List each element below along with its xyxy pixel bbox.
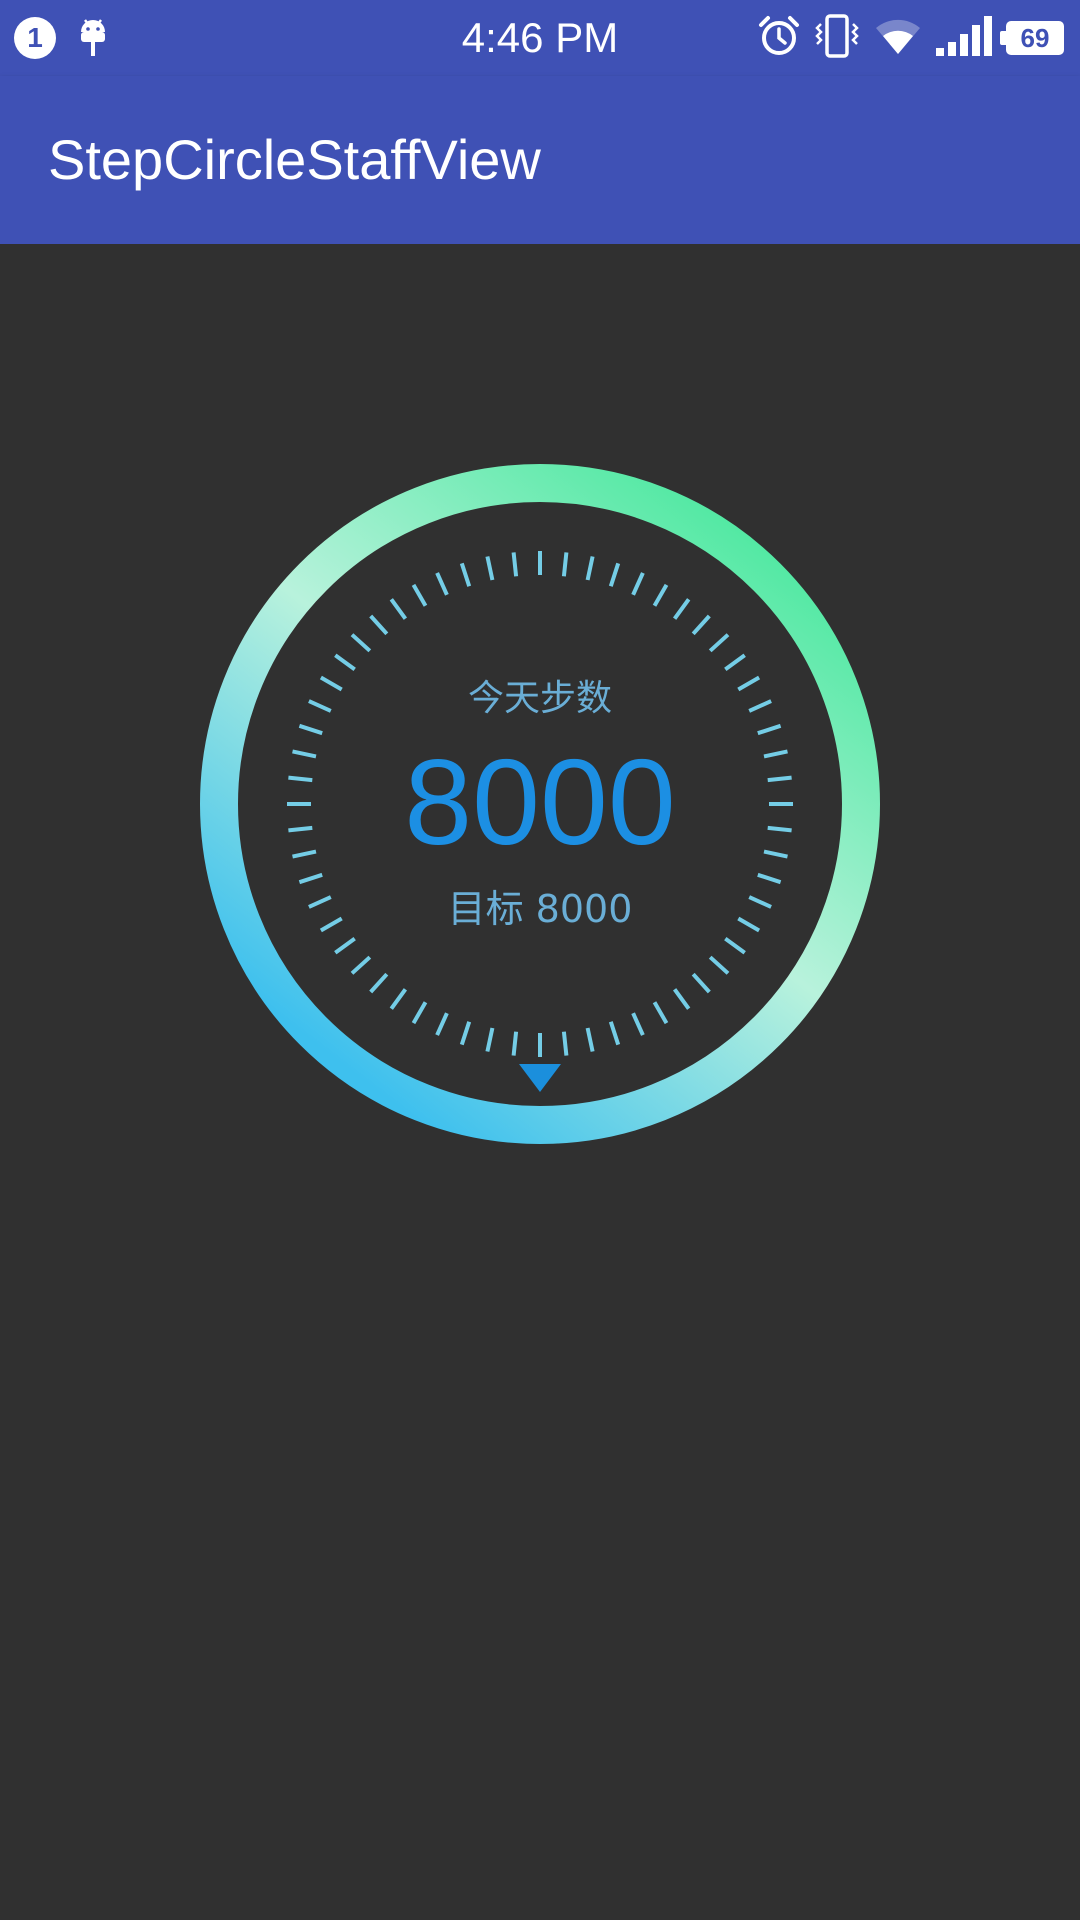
progress-pointer-icon (519, 1064, 561, 1092)
today-steps-label: 今天步数 (467, 678, 612, 719)
tick-mark (724, 936, 746, 955)
tick-mark (511, 552, 519, 577)
tick-mark (369, 614, 389, 636)
alarm-icon (758, 15, 800, 61)
wifi-icon (874, 16, 922, 60)
tick-mark (435, 1012, 449, 1036)
status-bar: 1 4:46 PM 69 (0, 0, 1080, 76)
tick-mark (585, 556, 595, 581)
tick-mark (459, 1021, 472, 1046)
tick-mark (608, 1021, 621, 1046)
tick-mark (298, 723, 323, 736)
tick-mark (652, 583, 669, 607)
tick-mark (561, 1031, 569, 1056)
tick-mark (334, 653, 356, 672)
tick-mark (389, 598, 408, 620)
tick-mark (691, 972, 711, 994)
tick-mark (672, 988, 691, 1010)
tick-mark (459, 562, 472, 587)
tick-mark (608, 562, 621, 587)
tick-mark (411, 1001, 428, 1025)
tick-mark (561, 552, 569, 577)
step-count-value: 8000 (404, 734, 676, 870)
tick-mark (708, 955, 730, 975)
signal-icon (936, 16, 992, 60)
app-bar: StepCircleStaffView (0, 76, 1080, 244)
tick-mark (389, 988, 408, 1010)
tick-mark (691, 614, 711, 636)
tick-mark (631, 1012, 645, 1036)
tick-mark (411, 583, 428, 607)
tick-mark (757, 872, 782, 885)
tick-mark (724, 653, 746, 672)
vibrate-icon (814, 14, 860, 62)
app-title: StepCircleStaffView (48, 128, 541, 191)
tick-mark (708, 633, 730, 653)
main-content: 今天步数 8000 目标 8000 (0, 244, 1080, 1920)
tick-mark (631, 572, 645, 596)
tick-mark (672, 598, 691, 620)
tick-mark (652, 1001, 669, 1025)
tick-mark (511, 1031, 519, 1056)
tick-mark (369, 972, 389, 994)
status-right-icons: 69 (758, 14, 1064, 62)
tick-mark (350, 633, 372, 653)
step-circle-dial (200, 464, 880, 1144)
tick-mark (485, 1027, 495, 1052)
tick-mark (757, 723, 782, 736)
tick-mark (485, 556, 495, 581)
tick-mark (298, 872, 323, 885)
tick-mark (585, 1027, 595, 1052)
battery-icon: 69 (1000, 21, 1064, 55)
target-steps-label: 目标 8000 (447, 887, 633, 931)
tick-mark (350, 955, 372, 975)
tick-mark (334, 936, 356, 955)
tick-mark (435, 572, 449, 596)
